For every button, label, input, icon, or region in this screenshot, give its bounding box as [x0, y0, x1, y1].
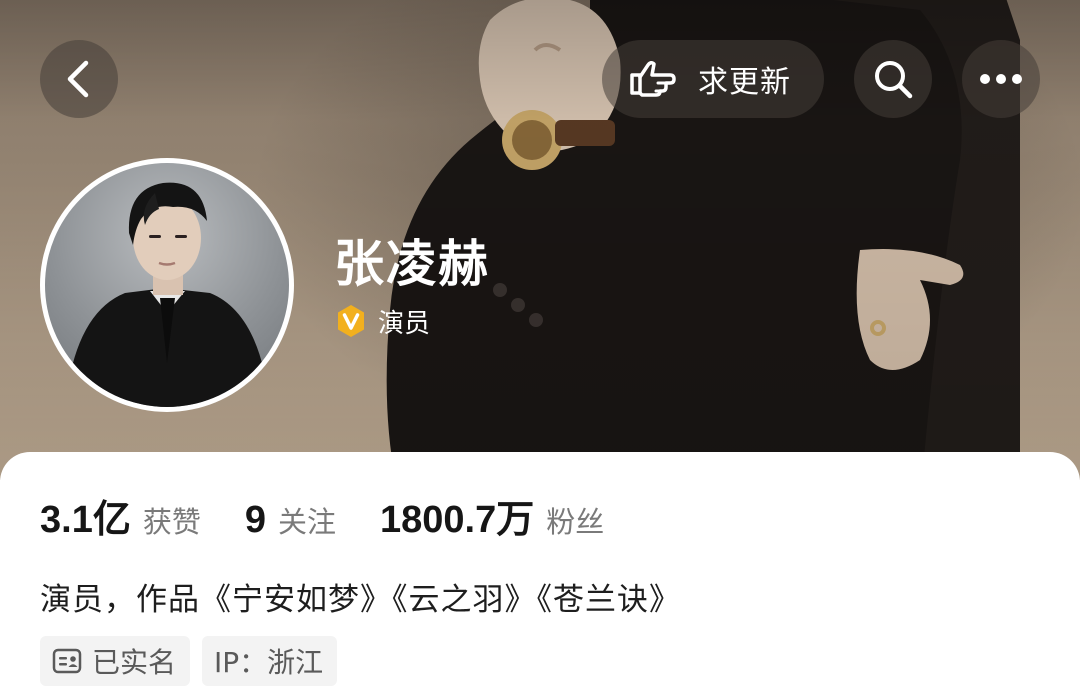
likes-stat[interactable]: 3.1亿 获赞 [40, 488, 201, 543]
profile-stats: 3.1亿 获赞 9 关注 1800.7万 粉丝 [40, 488, 648, 544]
likes-count: 3.1亿 [40, 499, 131, 541]
more-icon [980, 74, 1022, 84]
profile-tags: 已实名 IP：浙江 [40, 636, 349, 686]
search-button[interactable] [854, 40, 932, 118]
hand-point-icon [630, 60, 676, 97]
followers-stat[interactable]: 1800.7万 粉丝 [380, 488, 604, 543]
avatar-image [45, 163, 289, 407]
more-button[interactable] [962, 40, 1040, 118]
ip-location-tag: IP：浙江 [202, 636, 338, 686]
profile-name: 张凌赫 [334, 235, 490, 293]
followers-label: 粉丝 [546, 505, 605, 539]
avatar[interactable] [40, 158, 294, 412]
profile-bio: 演员，作品《宁安如梦》《云之羽》《苍兰诀》 [40, 582, 681, 618]
back-button[interactable] [40, 40, 118, 118]
urge-update-label: 求更新 [698, 65, 791, 100]
likes-label: 获赞 [142, 505, 201, 539]
search-icon [875, 61, 913, 99]
avatar-portrait [65, 182, 270, 407]
back-arrow-icon [67, 60, 89, 98]
following-stat[interactable]: 9 关注 [245, 499, 336, 542]
verified-role: 演员 [334, 302, 430, 340]
id-card-icon [52, 648, 82, 674]
real-name-label: 已实名 [92, 646, 177, 679]
following-label: 关注 [277, 505, 336, 539]
followers-count: 1800.7万 [380, 499, 535, 541]
urge-update-button[interactable]: 求更新 [602, 40, 824, 118]
real-name-tag[interactable]: 已实名 [40, 636, 191, 686]
verified-badge-icon [338, 305, 364, 337]
ip-location-label: IP：浙江 [214, 646, 324, 679]
following-count: 9 [244, 499, 266, 541]
verified-role-label: 演员 [378, 308, 431, 339]
profile-screen: 求更新 张凌赫 演员 3.1亿 获赞 9 关注 1800.7万 粉丝 演员，作品… [0, 0, 1080, 691]
